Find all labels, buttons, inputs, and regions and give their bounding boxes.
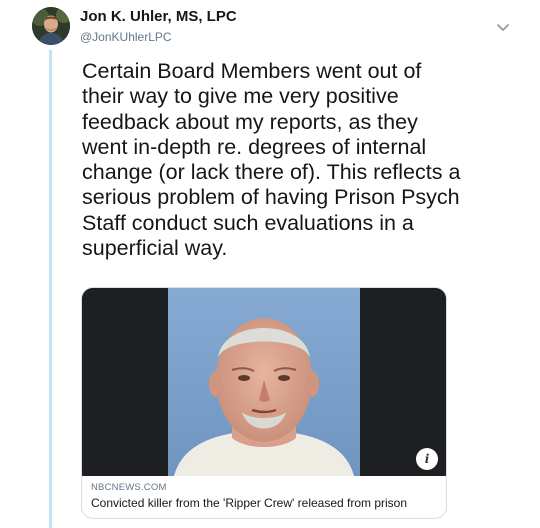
card-title[interactable]: Convicted killer from the 'Ripper Crew' … bbox=[91, 496, 407, 510]
thread-line bbox=[49, 50, 52, 528]
mugshot-image bbox=[82, 288, 446, 476]
info-icon[interactable]: i bbox=[416, 448, 438, 470]
avatar-photo-icon bbox=[32, 7, 70, 45]
chevron-down-icon[interactable] bbox=[494, 18, 512, 36]
card-domain: NBCNEWS.COM bbox=[91, 482, 167, 493]
author-handle[interactable]: @JonKUhlerLPC bbox=[80, 30, 172, 44]
tweet-text: Certain Board Members went out of their … bbox=[82, 59, 461, 261]
author-name[interactable]: Jon K. Uhler, MS, LPC bbox=[80, 8, 237, 25]
link-card[interactable]: i NBCNEWS.COM Convicted killer from the … bbox=[81, 287, 447, 519]
avatar[interactable] bbox=[32, 7, 70, 45]
card-image[interactable]: i bbox=[82, 288, 446, 476]
